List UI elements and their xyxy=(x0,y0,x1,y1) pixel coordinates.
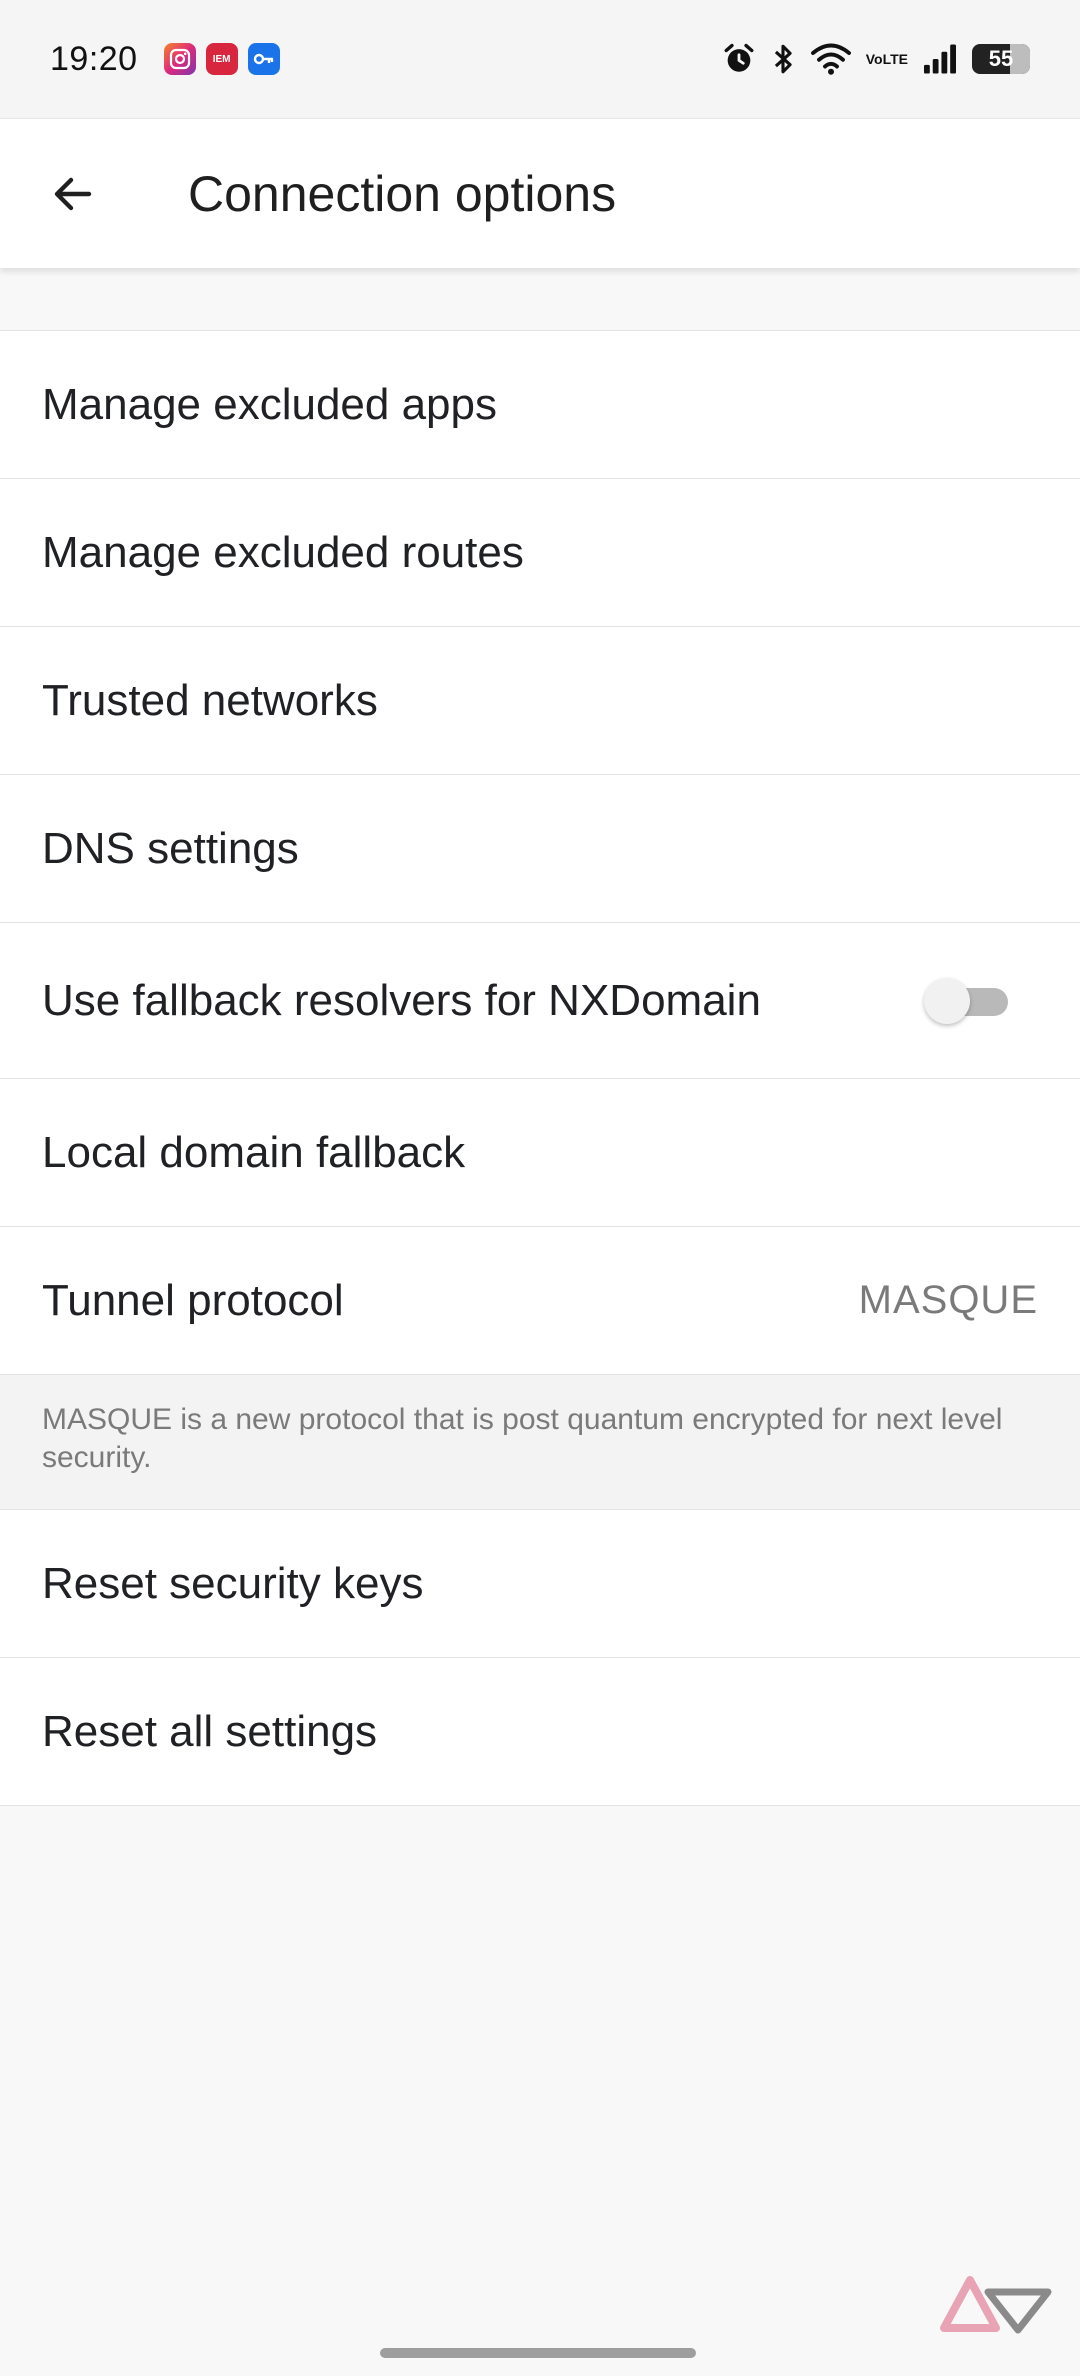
reset-security-keys-item[interactable]: Reset security keys xyxy=(0,1509,1080,1657)
volte-bottom-label: LTE xyxy=(882,51,908,67)
item-label: Use fallback resolvers for NXDomain xyxy=(42,975,761,1025)
iem-app-icon: IEM xyxy=(205,43,238,75)
item-label: Tunnel protocol xyxy=(42,1275,344,1325)
home-indicator[interactable] xyxy=(380,2348,696,2358)
vpn-key-icon xyxy=(247,43,280,75)
arrow-back-icon xyxy=(54,177,92,210)
item-label: DNS settings xyxy=(42,823,299,873)
item-label: Manage excluded routes xyxy=(42,527,524,577)
reset-all-settings-item[interactable]: Reset all settings xyxy=(0,1657,1080,1805)
wifi-icon xyxy=(810,42,852,76)
system-status-icons: Vo LTE 55 xyxy=(722,42,1030,76)
page-title: Connection options xyxy=(188,165,617,222)
item-label: Local domain fallback xyxy=(42,1127,466,1177)
dns-settings-item[interactable]: DNS settings xyxy=(0,774,1080,922)
status-bar: 19:20 IEM Vo LTE 55 xyxy=(0,0,1080,118)
tunnel-protocol-note: MASQUE is a new protocol that is post qu… xyxy=(0,1374,1080,1509)
volte-icon: Vo LTE xyxy=(866,52,908,66)
app-bar: Connection options xyxy=(0,118,1080,268)
tunnel-protocol-value: MASQUE xyxy=(858,1278,1038,1322)
screen: 19:20 IEM Vo LTE 55 Connection options M… xyxy=(0,0,1080,2376)
tunnel-protocol-item[interactable]: Tunnel protocol MASQUE xyxy=(0,1226,1080,1374)
manage-excluded-routes-item[interactable]: Manage excluded routes xyxy=(0,478,1080,626)
instagram-icon xyxy=(163,43,196,75)
signal-icon xyxy=(922,43,958,75)
settings-list: Manage excluded apps Manage excluded rou… xyxy=(0,330,1080,1806)
volte-top-label: Vo xyxy=(865,51,883,67)
item-label: Manage excluded apps xyxy=(42,379,497,429)
back-button[interactable] xyxy=(18,139,128,249)
watermark-logo-icon xyxy=(940,2276,1052,2334)
item-label: Trusted networks xyxy=(42,675,378,725)
top-spacer xyxy=(0,268,1080,330)
battery-level: 55 xyxy=(988,46,1014,71)
local-domain-fallback-item[interactable]: Local domain fallback xyxy=(0,1078,1080,1226)
status-time: 19:20 xyxy=(50,39,138,78)
fallback-resolvers-toggle[interactable] xyxy=(924,976,1010,1026)
alarm-icon xyxy=(722,42,756,76)
notification-icons: IEM xyxy=(163,43,280,75)
bluetooth-icon xyxy=(770,42,796,76)
manage-excluded-apps-item[interactable]: Manage excluded apps xyxy=(0,330,1080,478)
battery-icon: 55 xyxy=(972,44,1030,74)
item-label: Reset security keys xyxy=(42,1558,424,1608)
item-label: Reset all settings xyxy=(42,1706,378,1756)
fallback-resolvers-item[interactable]: Use fallback resolvers for NXDomain xyxy=(0,922,1080,1078)
trusted-networks-item[interactable]: Trusted networks xyxy=(0,626,1080,774)
toggle-thumb xyxy=(924,977,970,1024)
list-divider xyxy=(0,1805,1080,1806)
